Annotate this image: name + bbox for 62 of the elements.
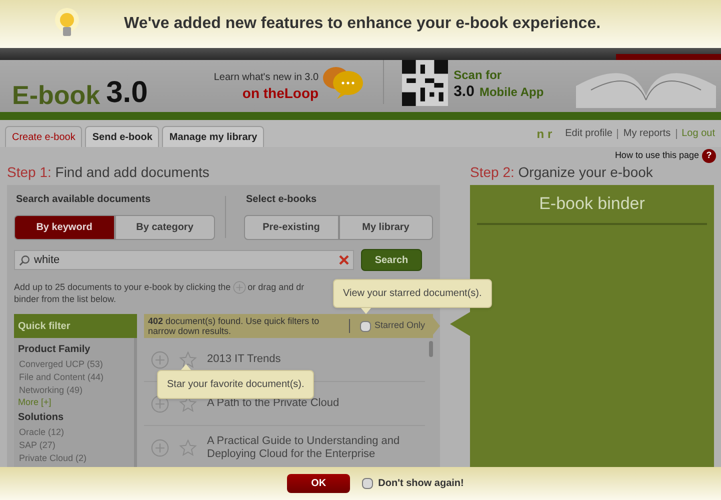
help-icon[interactable]: ? [702,149,716,163]
plus-circle-icon[interactable] [232,281,246,294]
help-link[interactable]: How to use this page [614,149,699,163]
app-title: E-book [12,82,100,108]
search-field[interactable]: white [14,250,354,270]
app-version: 3.0 [106,78,148,108]
filter-item[interactable]: File and Content (44) [18,371,130,384]
quick-filter-header: Quick filter [14,314,137,338]
user-link[interactable]: Log out [682,126,715,141]
starred-only-label: Starred Only [374,319,425,332]
step-heading: Step 2: Organize your e-book [470,164,653,180]
filter-item[interactable]: Converged UCP (53) [18,358,130,371]
starred-only-checkbox[interactable] [360,320,372,332]
search-icon [19,254,30,266]
section-heading: Select e-books [245,194,318,206]
nav-tab[interactable]: Create e-book [5,126,82,147]
tooltip: Star your favorite document(s). [157,370,314,399]
mobile-app-text: Mobile App [479,85,544,100]
clear-icon[interactable] [339,255,349,265]
instruction-text: binder from the list below. [14,294,118,305]
announcement-message: We've added new features to enhance your e-book experience. [124,14,601,34]
user-link[interactable]: My reports [623,126,671,141]
plus-circle-icon[interactable] [151,350,169,368]
step-heading: Step 1: Find and add documents [7,164,210,180]
tooltip: View your starred document(s). [333,279,492,308]
search-value: white [34,252,61,268]
search-button[interactable]: Search [361,249,422,271]
document-title[interactable]: 2013 IT Trends [207,353,407,366]
user-link[interactable]: Edit profile [565,126,612,141]
ebook-source-button[interactable]: Pre-existing [244,215,338,240]
results-summary: 402 document(s) found. Use quick filters to narrow down results. [148,316,320,336]
mode-tab[interactable]: By keyword [14,215,115,240]
binder-title: E-book binder [539,193,645,215]
qr-code-icon [402,60,448,106]
nav-tab[interactable]: Send e-book [85,126,160,147]
plus-circle-icon[interactable] [151,438,169,456]
filter-item[interactable]: SAP (27) [18,439,130,452]
plus-circle-icon[interactable] [151,394,169,412]
filter-item[interactable]: Oracle (12) [18,426,130,439]
promo-link[interactable]: on theLoop [242,84,319,102]
star-icon[interactable] [179,350,197,368]
instruction-text: Add up to 25 documents to your e-book by clicking the [14,282,231,293]
tooltip-pointer [361,308,371,314]
chat-bubbles-icon [320,64,365,100]
filter-group-title: Solutions [18,411,65,424]
ok-button[interactable]: OK [287,474,350,493]
user-initials: n r [536,126,552,142]
filter-item[interactable]: Private Cloud (2) [18,452,130,465]
document-title[interactable]: A Practical Guide to Understanding and Deploying Cloud for the Enterprise [207,434,407,460]
star-icon[interactable] [179,438,197,456]
mobile-version: 3.0 [454,83,474,102]
dont-show-checkbox[interactable] [362,478,374,489]
filter-item[interactable]: Networking (49) [18,384,130,397]
scan-text: Scan for [454,68,503,84]
instruction-text: or drag and dr [248,282,304,293]
section-heading: Search available documents [15,194,152,206]
nav-tab[interactable]: Manage my library [162,126,264,147]
ebook-source-button[interactable]: My library [338,215,433,240]
mode-tab[interactable]: By category [114,215,216,240]
dont-show-label: Don't show again! [378,477,464,491]
filter-group-title: Product Family [18,343,92,356]
promo-text: Learn what's new in 3.0 [214,72,319,84]
